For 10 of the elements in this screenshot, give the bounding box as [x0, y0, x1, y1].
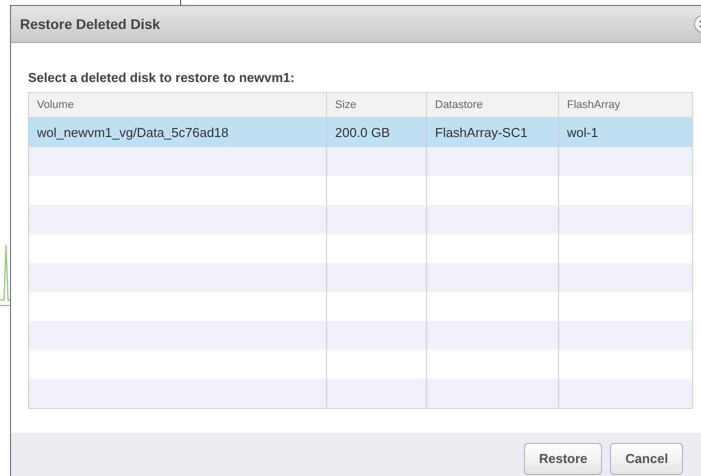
dialog-button[interactable]: Restore: [524, 443, 602, 475]
column-header[interactable]: Volume: [29, 93, 327, 117]
column-header[interactable]: FlashArray: [559, 93, 692, 117]
column-header[interactable]: Datastore: [427, 93, 559, 117]
table-row[interactable]: wol_newvm1_vg/Data_5c76ad18 200.0 GB FlashArray-SC1 wol-1: [29, 118, 692, 147]
column-header[interactable]: Size: [327, 93, 427, 117]
dialog-title: Restore Deleted Disk: [20, 14, 160, 34]
table-cell-text: wol-1: [566, 124, 600, 142]
prompt-text: Select a deleted disk to restore to newvm1:: [28, 70, 296, 86]
dialog-button[interactable]: Cancel: [610, 443, 684, 475]
